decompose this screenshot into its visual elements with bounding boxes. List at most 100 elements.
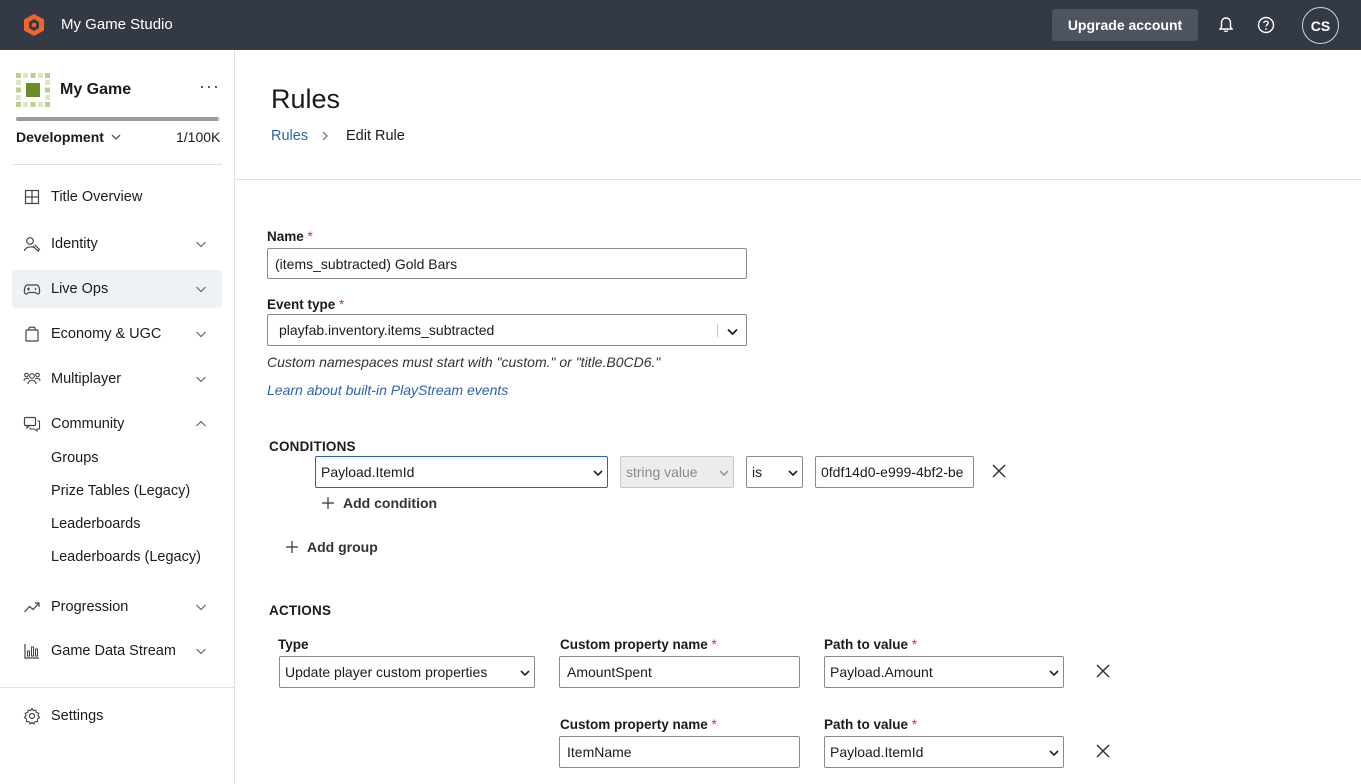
name-label-text: Name <box>267 229 304 244</box>
action-type-dropdown[interactable]: Update player custom properties <box>279 656 535 688</box>
condition-operator-dropdown[interactable]: is <box>746 456 803 488</box>
sidebar-item-community[interactable]: Community <box>12 405 222 443</box>
required-mark: * <box>911 637 918 652</box>
condition-property-dropdown[interactable]: Payload.ItemId <box>315 456 608 488</box>
upgrade-account-button[interactable]: Upgrade account <box>1052 9 1198 41</box>
chevron-down-icon <box>788 470 798 477</box>
path-to-value-dropdown[interactable]: Payload.Amount <box>824 656 1064 688</box>
chevron-down-icon <box>196 604 206 611</box>
name-label: Name * <box>267 229 313 244</box>
sidebar-subitem-groups[interactable]: Groups <box>51 450 99 466</box>
help-icon[interactable] <box>1256 15 1276 35</box>
chevron-down-icon <box>196 376 206 383</box>
add-group-button[interactable]: Add group <box>285 539 378 555</box>
sidebar-subitem-prize-tables[interactable]: Prize Tables (Legacy) <box>51 483 190 499</box>
custom-property-label-text: Custom property name <box>560 717 708 732</box>
remove-action-close-icon[interactable] <box>1094 662 1112 680</box>
required-mark: * <box>711 717 717 732</box>
path-to-value-label-text: Path to value <box>824 637 909 652</box>
chevron-down-icon <box>727 328 738 336</box>
event-type-dropdown[interactable]: playfab.inventory.items_subtracted <box>267 314 747 346</box>
breadcrumb-current: Edit Rule <box>346 128 405 144</box>
required-mark: * <box>711 637 717 652</box>
app-logo-icon[interactable] <box>22 13 46 37</box>
custom-property-input[interactable] <box>559 736 800 768</box>
conditions-heading: CONDITIONS <box>269 439 356 454</box>
path-to-value-label-text: Path to value <box>824 717 909 732</box>
multiplayer-icon <box>23 372 41 385</box>
action-type-label: Type <box>278 637 309 652</box>
name-input[interactable] <box>267 248 747 279</box>
path-to-value-value: Payload.Amount <box>830 664 933 680</box>
gamepad-icon <box>23 284 41 295</box>
custom-property-label: Custom property name * <box>560 637 717 652</box>
sidebar-item-label: Progression <box>51 599 129 615</box>
required-mark: * <box>339 297 345 312</box>
game-name: My Game <box>60 81 132 98</box>
dropdown-divider <box>717 324 718 337</box>
notification-bell-icon[interactable] <box>1216 15 1236 35</box>
sidebar-item-label: Economy & UGC <box>51 326 162 342</box>
sidebar-item-identity[interactable]: Identity <box>12 225 222 263</box>
chevron-down-icon <box>719 470 729 477</box>
remove-action-close-icon[interactable] <box>1094 742 1112 760</box>
chevron-down-icon <box>111 134 121 140</box>
grid-icon <box>24 189 40 205</box>
path-to-value-label: Path to value * <box>824 717 917 732</box>
event-type-value: playfab.inventory.items_subtracted <box>279 322 495 338</box>
sidebar-item-label: Community <box>51 416 125 432</box>
chevron-down-icon <box>196 331 206 338</box>
identity-icon <box>23 237 41 252</box>
required-mark: * <box>307 229 313 244</box>
sidebar-item-settings[interactable]: Settings <box>12 697 222 735</box>
sidebar-item-game-data-stream[interactable]: Game Data Stream <box>12 632 222 670</box>
breadcrumb-rules-link[interactable]: Rules <box>271 128 308 144</box>
chevron-down-icon <box>520 670 530 677</box>
sidebar-item-title-overview[interactable]: Title Overview <box>12 178 222 216</box>
add-condition-button[interactable]: Add condition <box>321 495 437 511</box>
page-title: Rules <box>271 84 341 114</box>
path-to-value-label: Path to value * <box>824 637 917 652</box>
sidebar-item-label: Title Overview <box>51 189 143 205</box>
condition-operator-value: is <box>752 464 763 480</box>
sidebar-divider <box>12 164 222 165</box>
sidebar-item-progression[interactable]: Progression <box>12 588 222 626</box>
economy-icon <box>25 326 39 342</box>
gear-icon <box>23 707 41 725</box>
bar-chart-icon <box>24 644 39 659</box>
trend-icon <box>24 602 40 613</box>
game-more-menu-button[interactable]: ··· <box>199 76 220 97</box>
user-avatar[interactable]: CS <box>1302 7 1339 44</box>
usage-progress-fill <box>16 117 218 121</box>
condition-value-type-dropdown[interactable]: string value <box>620 456 734 488</box>
sidebar-subitem-leaderboards-legacy[interactable]: Leaderboards (Legacy) <box>51 549 201 565</box>
chevron-down-icon <box>196 648 206 655</box>
sidebar-item-label: Live Ops <box>51 281 109 297</box>
sidebar-item-multiplayer[interactable]: Multiplayer <box>12 360 222 398</box>
path-to-value-dropdown[interactable]: Payload.ItemId <box>824 736 1064 768</box>
environment-selector[interactable]: Development <box>16 129 122 145</box>
path-to-value-value: Payload.ItemId <box>830 744 924 760</box>
sidebar-subitem-leaderboards[interactable]: Leaderboards <box>51 516 141 532</box>
sidebar-divider <box>0 687 234 688</box>
community-icon <box>23 416 41 433</box>
sidebar-item-label: Settings <box>51 708 104 724</box>
game-logo-icon <box>16 73 50 107</box>
remove-condition-close-icon[interactable] <box>990 462 1008 480</box>
required-mark: * <box>911 717 918 732</box>
condition-value-input[interactable] <box>815 456 974 488</box>
top-bar: My Game Studio Upgrade account CS <box>0 0 1361 50</box>
add-condition-label: Add condition <box>343 495 438 511</box>
sidebar-item-label: Identity <box>51 236 98 252</box>
chevron-down-icon <box>1049 670 1059 677</box>
learn-playstream-events-link[interactable]: Learn about built-in PlayStream events <box>267 382 508 398</box>
actions-heading: ACTIONS <box>269 603 332 618</box>
chevron-down-icon <box>196 286 206 293</box>
app-name[interactable]: My Game Studio <box>61 16 173 33</box>
namespace-hint: Custom namespaces must start with "custo… <box>267 354 661 370</box>
custom-property-label: Custom property name * <box>560 717 717 732</box>
custom-property-input[interactable] <box>559 656 800 688</box>
chevron-up-icon <box>196 420 206 427</box>
sidebar-item-live-ops[interactable]: Live Ops <box>12 270 222 308</box>
sidebar-item-economy-ugc[interactable]: Economy & UGC <box>12 315 222 353</box>
